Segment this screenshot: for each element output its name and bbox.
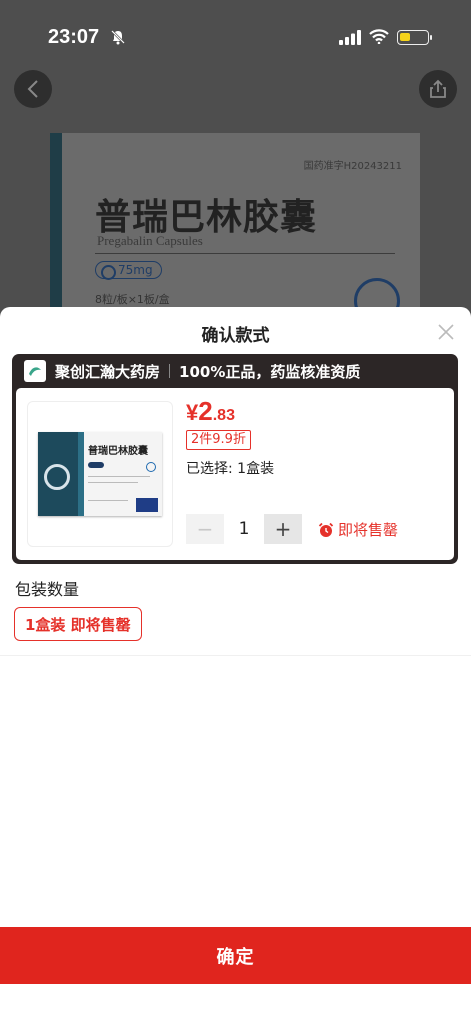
- product-box-image: 普瑞巴林胶囊: [38, 432, 162, 516]
- increase-button[interactable]: +: [264, 514, 302, 544]
- back-icon: [27, 80, 38, 98]
- store-name: 聚创汇瀚大药房: [55, 362, 161, 381]
- price-decimal: .83: [212, 407, 235, 424]
- close-icon[interactable]: [435, 321, 457, 343]
- product-card: 普瑞巴林胶囊 ¥2.83 2件9.9折 已选择: 1盒装 − 1 + 即将售罄: [16, 388, 454, 560]
- back-button[interactable]: [14, 70, 52, 108]
- thumb-product-name: 普瑞巴林胶囊: [88, 446, 148, 457]
- selected-spec: 已选择: 1盒装: [186, 461, 275, 477]
- store-header: 聚创汇瀚大药房 100%正品，药监核准资质: [12, 354, 458, 388]
- divider: [0, 655, 471, 656]
- package-spec: 8粒/板×1板/盒: [95, 293, 170, 306]
- sku-sheet: 确认款式 聚创汇瀚大药房 100%正品，药监核准资质 普瑞巴林胶囊 ¥2.83 …: [0, 307, 471, 1024]
- confirm-button[interactable]: 确定: [0, 927, 471, 984]
- quantity-value[interactable]: 1: [224, 519, 264, 539]
- status-bar: 23:07: [0, 0, 471, 70]
- dose-badge: 75mg: [95, 261, 162, 280]
- promo-badge: 2件9.9折: [186, 430, 251, 450]
- price-currency: ¥: [186, 400, 199, 425]
- store-card: 聚创汇瀚大药房 100%正品，药监核准资质 普瑞巴林胶囊 ¥2.83 2件9.9…: [12, 354, 458, 564]
- signal-icon: [339, 30, 361, 45]
- status-time: 23:07: [48, 26, 100, 48]
- product-english-name: Pregabalin Capsules: [97, 233, 203, 248]
- sheet-title: 确认款式: [201, 326, 270, 346]
- product-image: 国药准字H20243211 普瑞巴林胶囊 Pregabalin Capsules…: [50, 133, 420, 320]
- share-icon: [430, 79, 446, 98]
- store-slogan: 100%正品，药监核准资质: [179, 362, 361, 381]
- approval-number: 国药准字H20243211: [303, 161, 402, 172]
- product-thumbnail[interactable]: 普瑞巴林胶囊: [27, 401, 173, 547]
- store-divider: [169, 364, 171, 378]
- decrease-button[interactable]: −: [186, 514, 224, 544]
- battery-icon: [397, 30, 432, 45]
- wifi-icon: [369, 29, 389, 44]
- share-button[interactable]: [419, 70, 457, 108]
- quantity-stepper: − 1 +: [186, 514, 302, 544]
- bell-slash-icon: [111, 30, 125, 45]
- background-product-page: 23:07 国药准字H20243211 普瑞巴林胶囊 Pregabalin Ca…: [0, 0, 471, 320]
- price-integer: 2: [198, 396, 213, 426]
- price: ¥2.83: [186, 396, 235, 427]
- low-stock-notice: 即将售罄: [318, 519, 398, 540]
- alarm-icon: [318, 522, 334, 537]
- store-logo-icon: [24, 360, 46, 382]
- option-1-box[interactable]: 1盒装 即将售罄: [14, 607, 142, 641]
- package-quantity-label: 包装数量: [15, 580, 80, 599]
- low-stock-label: 即将售罄: [338, 521, 399, 539]
